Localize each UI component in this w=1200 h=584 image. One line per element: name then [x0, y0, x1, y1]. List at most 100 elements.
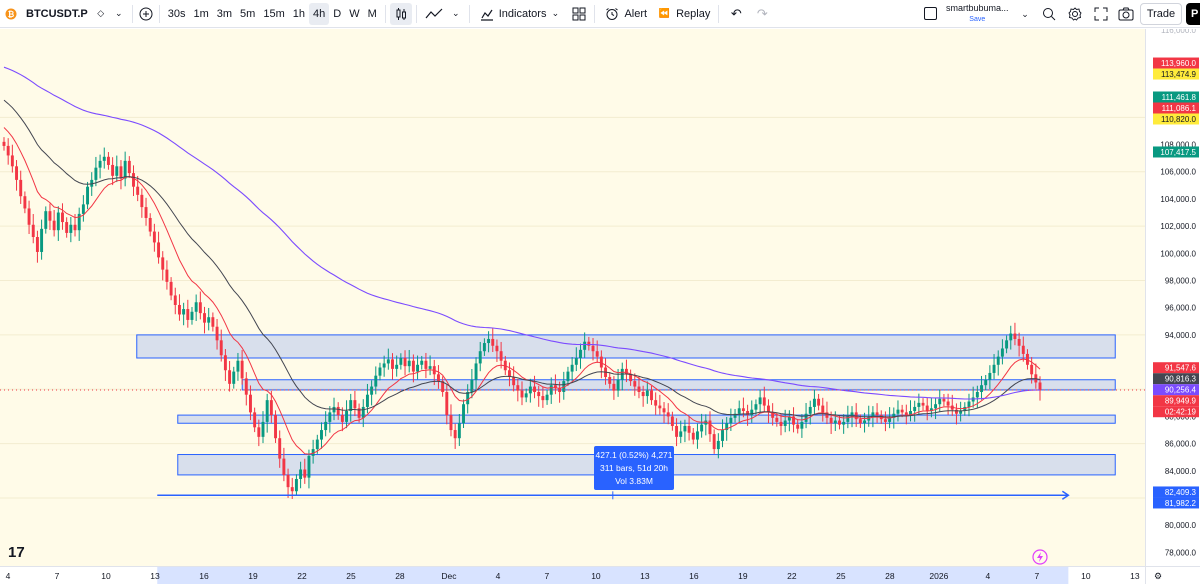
interval-M[interactable]: M: [364, 3, 381, 25]
candle-body: [44, 211, 48, 229]
account-checkbox[interactable]: [924, 7, 937, 20]
chevron-down-icon[interactable]: ⌄: [1016, 5, 1034, 23]
tradingview-logo-icon[interactable]: 17: [8, 544, 25, 561]
price-label-text: 107,417.5: [1160, 148, 1196, 157]
chevron-down-icon[interactable]: ⌄: [110, 5, 128, 23]
candle-body: [56, 212, 60, 231]
account-layout-button[interactable]: smartbubuma... Save: [946, 3, 1009, 25]
chart-pane[interactable]: 427.1 (0.52%) 4,271 311 bars, 51d 20h Vol …: [0, 29, 1145, 566]
candle-body: [65, 222, 69, 233]
time-tick-label: 4: [986, 571, 991, 581]
candle-body: [524, 393, 528, 398]
replay-button[interactable]: ⏪ Replay: [651, 3, 714, 25]
candle-body: [161, 257, 165, 270]
candle-body: [391, 359, 394, 369]
candle-body: [528, 386, 532, 394]
alert-button[interactable]: Alert: [599, 3, 651, 25]
candle-body: [913, 406, 917, 412]
candle-body: [31, 224, 35, 238]
replay-label: Replay: [676, 7, 711, 20]
candle-body: [127, 160, 131, 174]
candle-body: [165, 269, 169, 282]
price-scale-axis: 110,000.0108,000.0106,000.0104,000.0102,…: [1153, 29, 1199, 557]
candle-body: [537, 391, 541, 397]
support-resistance-zone[interactable]: [177, 414, 1116, 424]
candle-body: [570, 364, 574, 372]
drawing-line-tool-button[interactable]: [421, 3, 447, 25]
candle-body: [896, 409, 900, 414]
candle-body: [829, 417, 833, 424]
interval-1h[interactable]: 1h: [289, 3, 309, 25]
candle-body: [27, 208, 31, 225]
interval-W[interactable]: W: [345, 3, 363, 25]
candle-body: [173, 295, 177, 305]
candle-body: [904, 412, 908, 416]
separator: [131, 4, 133, 23]
candle-body: [23, 196, 27, 209]
interval-3m[interactable]: 3m: [213, 3, 236, 25]
candle-body: [436, 374, 440, 382]
candle-body: [253, 412, 257, 428]
interval-5m[interactable]: 5m: [236, 3, 259, 25]
fullscreen-icon[interactable]: [1092, 5, 1110, 23]
interval-D[interactable]: D: [329, 3, 345, 25]
symbol-search-button[interactable]: BTCUSDT.P: [20, 3, 92, 25]
interval-30s[interactable]: 30s: [164, 3, 190, 25]
trade-button[interactable]: Trade: [1140, 3, 1182, 25]
indicators-icon: [478, 5, 496, 23]
diamond-icon[interactable]: ◇: [92, 5, 110, 23]
scale-settings-corner[interactable]: ⚙: [1145, 566, 1200, 584]
price-tick-label: 102,000.0: [1160, 222, 1196, 231]
candle-body: [721, 430, 724, 441]
compare-add-icon[interactable]: [137, 5, 155, 23]
candle-body: [194, 302, 198, 312]
profile-button[interactable]: P: [1186, 3, 1200, 25]
candle-body: [737, 408, 741, 414]
undo-button[interactable]: ↶: [723, 3, 749, 25]
settings-gear-icon[interactable]: [1066, 5, 1084, 23]
candle-body: [921, 402, 925, 406]
candle-body: [86, 186, 90, 205]
candle-body: [754, 404, 758, 410]
candle-body: [700, 424, 704, 432]
candle-body: [2, 141, 6, 146]
candle-body: [1013, 333, 1017, 339]
quick-search-icon[interactable]: [1040, 5, 1058, 23]
time-scale[interactable]: 4 7 10 13 16 19 22 25 28 Dec 4 7 10 13 16 19 22 25 28 2026 4…: [0, 566, 1145, 584]
lightning-bolt-shape: [1037, 552, 1043, 562]
candle-body: [783, 420, 787, 426]
candle-body: [579, 349, 582, 358]
candle-body: [152, 231, 156, 243]
chevron-down-icon[interactable]: ⌄: [447, 5, 465, 23]
chart-type-candles-button[interactable]: [389, 2, 412, 25]
candle-body: [779, 421, 783, 426]
redo-button[interactable]: ↷: [749, 3, 775, 25]
time-tick-label: 28: [395, 571, 405, 581]
layouts-grid-button[interactable]: [568, 3, 590, 25]
interval-15m[interactable]: 15m: [259, 3, 288, 25]
settings-gear-icon[interactable]: ⚙: [1149, 567, 1167, 584]
candle-body: [938, 398, 942, 405]
price-label-text: 111,461.8: [1162, 93, 1197, 102]
interval-4h[interactable]: 4h: [308, 2, 330, 25]
candle-body: [917, 402, 921, 407]
interval-1m[interactable]: 1m: [189, 3, 212, 25]
time-tick-label: 25: [346, 571, 356, 581]
candle-body: [169, 281, 173, 296]
price-chart[interactable]: 427.1 (0.52%) 4,271 311 bars, 51d 20h Vol …: [0, 29, 1145, 566]
price-scale[interactable]: 110,000.0108,000.0106,000.0104,000.0102,…: [1145, 29, 1200, 566]
camera-snapshot-icon[interactable]: [1117, 5, 1135, 23]
candle-body: [228, 370, 232, 384]
candle-body: [269, 400, 273, 416]
candle-body: [925, 405, 929, 412]
candle-body: [445, 391, 449, 416]
candle-body: [466, 391, 470, 405]
indicators-button[interactable]: Indicators ⌄: [474, 3, 569, 25]
ema-mid-line: [3, 99, 1041, 418]
candle-body: [94, 167, 98, 180]
support-resistance-zone[interactable]: [136, 334, 1116, 359]
candle-body: [207, 317, 211, 323]
candle-body: [157, 242, 161, 258]
candle-body: [365, 394, 369, 407]
price-tick-label: 98,000.0: [1165, 277, 1197, 286]
